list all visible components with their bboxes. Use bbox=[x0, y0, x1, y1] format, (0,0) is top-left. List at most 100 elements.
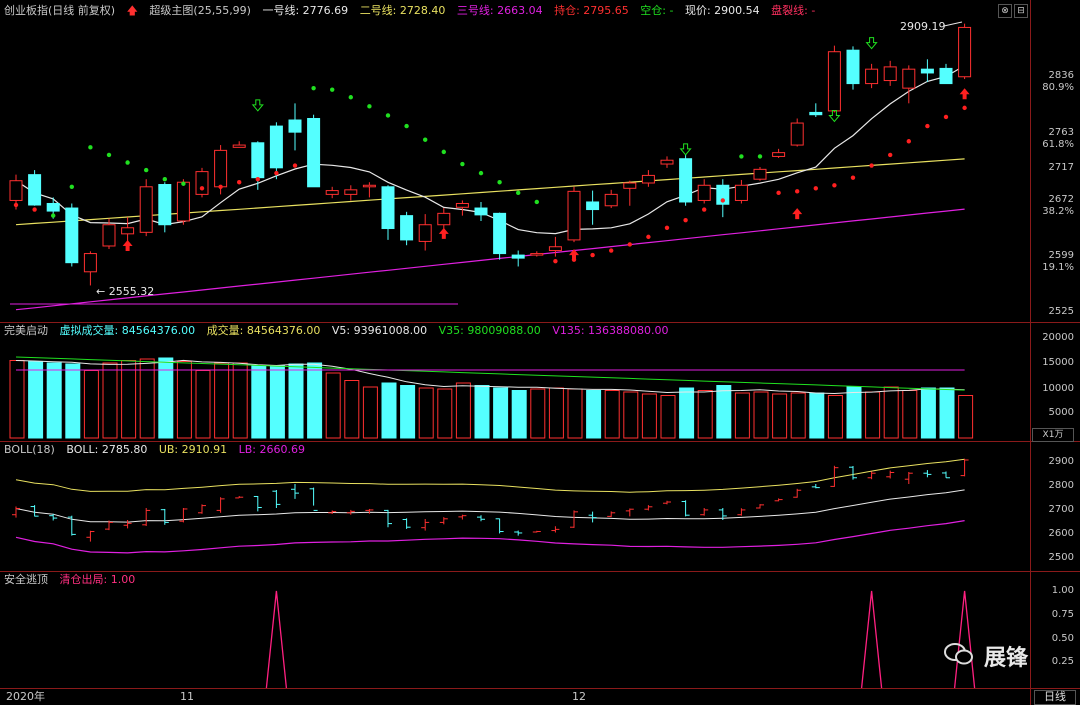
axis-label: 1.00 bbox=[1051, 585, 1074, 596]
axis-label: 2700 bbox=[1048, 504, 1074, 515]
lb-value: LB: 2660.69 bbox=[238, 443, 305, 456]
sar-dot bbox=[144, 167, 149, 173]
sar-dot bbox=[274, 170, 279, 176]
candle-body bbox=[753, 168, 767, 180]
volume-bar bbox=[809, 392, 825, 439]
candle-body bbox=[511, 254, 525, 259]
volume-bar bbox=[883, 386, 899, 439]
volume-bar bbox=[697, 390, 713, 439]
sar-dot bbox=[125, 160, 130, 165]
escape-signal-spike bbox=[860, 590, 883, 689]
volume-bar bbox=[195, 370, 211, 439]
sell-arrow-icon bbox=[251, 99, 264, 112]
candle-body bbox=[474, 207, 488, 216]
sar-dot bbox=[218, 184, 223, 189]
axis-label: 2763 bbox=[1048, 127, 1074, 138]
axis-label: 2672 bbox=[1048, 194, 1074, 205]
boll-panel bbox=[12, 458, 969, 554]
vol-unit-button[interactable]: X1万 bbox=[1032, 428, 1074, 442]
sar-dot bbox=[106, 152, 112, 158]
close-icon[interactable]: ⊗ bbox=[998, 4, 1012, 18]
low-annotation: ← 2555.32 bbox=[96, 285, 154, 298]
volume-bar bbox=[362, 386, 378, 439]
volume-bar bbox=[865, 391, 881, 439]
candle-body bbox=[344, 189, 358, 195]
axis-label: 19.1% bbox=[1042, 262, 1074, 273]
sar-dot bbox=[478, 170, 484, 176]
candle-body bbox=[437, 212, 451, 226]
escape-signal-spike bbox=[265, 590, 288, 689]
sar-dot bbox=[795, 189, 800, 194]
minimize-icon[interactable]: ⊟ bbox=[1014, 4, 1028, 18]
indicator-name[interactable]: 超级主图(25,55,99) bbox=[149, 4, 251, 17]
candle-body bbox=[176, 181, 190, 222]
boll-indicator-name[interactable]: BOLL(18) bbox=[4, 443, 55, 456]
buy-arrow-icon bbox=[792, 208, 803, 220]
axis-label: 0.50 bbox=[1051, 633, 1074, 644]
axis-label: 0.25 bbox=[1051, 656, 1074, 667]
volume-bar bbox=[418, 387, 434, 439]
sell-arrow-icon bbox=[679, 143, 692, 156]
candle-body bbox=[772, 152, 786, 157]
sar-dot bbox=[69, 184, 75, 189]
vol-indicator-name[interactable]: 完美启动 bbox=[4, 324, 48, 337]
candles: 2909.19 ← 2555.32 bbox=[9, 20, 972, 298]
sar-dot bbox=[460, 161, 465, 167]
candle-body bbox=[883, 66, 897, 82]
candle-body bbox=[418, 224, 432, 242]
volume-bar bbox=[716, 385, 732, 439]
candle-body bbox=[586, 201, 600, 211]
candle-body bbox=[232, 144, 246, 148]
safe-indicator-name[interactable]: 安全逃顶 bbox=[4, 573, 48, 586]
sell-arrow-icon bbox=[865, 37, 878, 50]
sar-dot bbox=[590, 252, 595, 258]
volume-bar bbox=[269, 365, 285, 439]
sar-dot bbox=[385, 113, 391, 118]
sar-dot bbox=[88, 145, 93, 150]
volume-bar bbox=[493, 387, 509, 439]
volume-bar bbox=[474, 385, 490, 439]
safe-escape-panel bbox=[265, 590, 976, 689]
volume-bar bbox=[753, 391, 769, 439]
boll-ub-line bbox=[15, 458, 965, 493]
v5-value: V5: 93961008.00 bbox=[331, 324, 428, 337]
sar-dot bbox=[292, 163, 298, 168]
volume-bar bbox=[232, 362, 248, 439]
candle-body bbox=[790, 122, 804, 146]
period-button[interactable]: 日线 bbox=[1034, 690, 1076, 705]
v5-line bbox=[15, 359, 965, 395]
candle-body bbox=[362, 184, 376, 188]
volume-bar bbox=[28, 361, 44, 439]
hold-value: 持仓: 2795.65 bbox=[554, 4, 629, 17]
candle-body bbox=[920, 68, 934, 74]
sar-dot bbox=[757, 154, 763, 159]
volume-bar bbox=[251, 365, 267, 439]
candle-body bbox=[325, 190, 339, 195]
sar-dot bbox=[51, 213, 56, 218]
sar-dot bbox=[162, 177, 167, 182]
axis-label: 0.75 bbox=[1051, 609, 1074, 620]
volume-bar bbox=[176, 361, 192, 439]
sar-dot bbox=[609, 248, 614, 253]
sar-dot bbox=[925, 123, 930, 129]
candle-body bbox=[269, 125, 283, 169]
candle-body bbox=[939, 67, 953, 85]
sar-dot bbox=[888, 152, 893, 158]
v35-value: V35: 98009088.00 bbox=[438, 324, 541, 337]
axis-label: 2500 bbox=[1048, 552, 1074, 563]
candle-body bbox=[195, 171, 209, 195]
volume-bar bbox=[381, 382, 397, 439]
date-label: 2020年 bbox=[6, 690, 45, 703]
volume-bar bbox=[939, 387, 955, 439]
volume-bar bbox=[586, 390, 602, 439]
sar-dot bbox=[181, 181, 186, 186]
volume-bar bbox=[902, 390, 918, 439]
main-header: 创业板指(日线 前复权) 🡅 超级主图(25,55,99) 一号线: 2776.… bbox=[4, 3, 823, 19]
volume-bar bbox=[511, 390, 527, 439]
up-arrow-icon: 🡅 bbox=[126, 4, 138, 17]
candle-body bbox=[548, 246, 562, 252]
candle-body bbox=[865, 68, 879, 85]
volume-bar bbox=[958, 395, 974, 439]
candle-body bbox=[493, 212, 507, 255]
candle-body bbox=[307, 117, 321, 188]
